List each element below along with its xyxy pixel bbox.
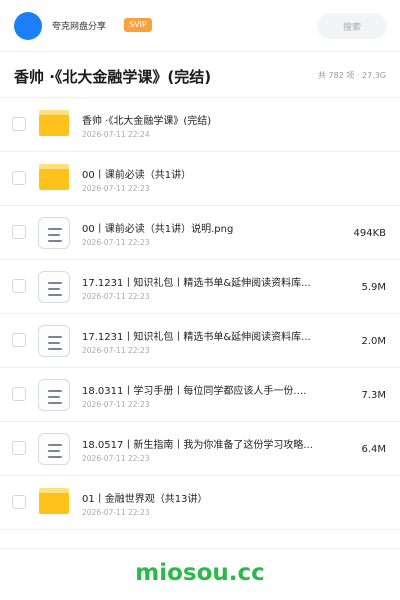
document-icon [38, 217, 70, 249]
list-item[interactable]: 香帅 ·《北大金融学课》(完结) 2026-07-11 22:24 [0, 98, 400, 152]
svip-badge: SVIP [124, 18, 152, 32]
item-date: 2026-07-11 22:23 [82, 508, 150, 517]
item-checkbox[interactable] [12, 279, 26, 293]
folder-icon [39, 488, 69, 514]
item-checkbox[interactable] [12, 117, 26, 131]
item-size: 7.3M [361, 390, 386, 401]
item-name: 香帅 ·《北大金融学课》(完结) [82, 116, 212, 127]
item-checkbox[interactable] [12, 225, 26, 239]
item-date: 2026-07-11 22:23 [82, 292, 150, 301]
item-checkbox[interactable] [12, 441, 26, 455]
item-name: 00丨课前必读（共1讲） [82, 170, 192, 181]
item-checkbox[interactable] [12, 387, 26, 401]
top-bar: 夸克网盘分享 SVIP 搜索 [0, 0, 400, 52]
item-name: 18.0311丨学习手册丨每位同学都应该人手一份.… [82, 386, 307, 397]
list-item[interactable]: 01丨金融世界观（共13讲） 2026-07-11 22:23 [0, 476, 400, 530]
item-date: 2026-07-11 22:23 [82, 454, 150, 463]
list-item[interactable]: 18.0311丨学习手册丨每位同学都应该人手一份.… 2026-07-11 22… [0, 368, 400, 422]
item-name: 17.1231丨知识礼包丨精选书单&延伸阅读资料库... [82, 332, 311, 343]
list-item[interactable]: 00丨课前必读（共1讲）说明.png 2026-07-11 22:23 494K… [0, 206, 400, 260]
app-name: 夸克网盘分享 [52, 22, 107, 32]
document-icon [38, 433, 70, 465]
item-size: 6.4M [361, 444, 386, 455]
item-size: 494KB [353, 228, 386, 239]
item-checkbox[interactable] [12, 171, 26, 185]
document-icon [38, 271, 70, 303]
item-date: 2026-07-11 22:24 [82, 130, 150, 139]
item-name: 18.0517丨新生指南丨我为你准备了这份学习攻略... [82, 440, 313, 451]
avatar[interactable] [14, 12, 42, 40]
item-name: 00丨课前必读（共1讲）说明.png [82, 224, 234, 235]
list-item[interactable]: 18.0517丨新生指南丨我为你准备了这份学习攻略... 2026-07-11 … [0, 422, 400, 476]
folder-item-count: 共 782 项 · 27.3G [318, 71, 386, 80]
item-date: 2026-07-11 22:23 [82, 184, 150, 193]
document-icon [38, 325, 70, 357]
folder-icon [39, 164, 69, 190]
item-date: 2026-07-11 22:23 [82, 400, 150, 409]
folder-icon [39, 110, 69, 136]
list-item[interactable]: 17.1231丨知识礼包丨精选书单&延伸阅读资料库... 2026-07-11 … [0, 314, 400, 368]
item-date: 2026-07-11 22:23 [82, 346, 150, 355]
watermark: miosou.cc [135, 560, 265, 586]
item-name: 17.1231丨知识礼包丨精选书单&延伸阅读资料库... [82, 278, 311, 289]
item-checkbox[interactable] [12, 333, 26, 347]
page-title: 香帅 ·《北大金融学课》(完结) [14, 68, 212, 86]
item-checkbox[interactable] [12, 495, 26, 509]
folder-header: 香帅 ·《北大金融学课》(完结) 共 782 项 · 27.3G [0, 52, 400, 98]
item-name: 01丨金融世界观（共13讲） [82, 494, 208, 505]
item-date: 2026-07-11 22:23 [82, 238, 150, 247]
item-size: 2.0M [361, 336, 386, 347]
file-list: 香帅 ·《北大金融学课》(完结) 2026-07-11 22:24 00丨课前必… [0, 98, 400, 530]
list-item[interactable]: 00丨课前必读（共1讲） 2026-07-11 22:23 [0, 152, 400, 206]
item-size: 5.9M [361, 282, 386, 293]
document-icon [38, 379, 70, 411]
search-input[interactable]: 搜索 [317, 13, 387, 39]
list-item[interactable]: 17.1231丨知识礼包丨精选书单&延伸阅读资料库... 2026-07-11 … [0, 260, 400, 314]
